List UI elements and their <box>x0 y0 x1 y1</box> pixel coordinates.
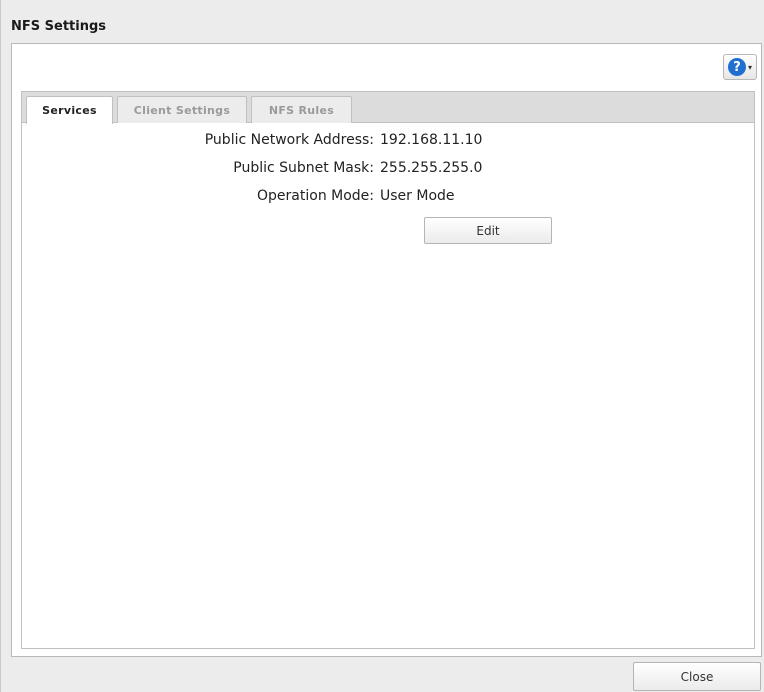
tab-client-settings[interactable]: Client Settings <box>117 96 247 123</box>
public-network-address-row: Public Network Address: 192.168.11.10 <box>22 132 754 152</box>
tab-services[interactable]: Services <box>26 96 113 124</box>
tab-container: Services Client Settings NFS Rules Publi… <box>21 91 755 649</box>
chevron-down-icon: ▾ <box>747 62 752 72</box>
operation-mode-label: Operation Mode: <box>257 188 374 204</box>
public-subnet-mask-row: Public Subnet Mask: 255.255.255.0 <box>22 160 754 180</box>
close-button[interactable]: Close <box>633 662 761 691</box>
help-menu-button[interactable]: ? ▾ <box>723 54 757 80</box>
public-network-address-label: Public Network Address: <box>204 132 374 148</box>
operation-mode-row: Operation Mode: User Mode <box>22 188 754 208</box>
settings-panel: ? ▾ Services Client Settings NFS Rules P… <box>11 43 762 657</box>
public-subnet-mask-label: Public Subnet Mask: <box>233 160 374 176</box>
public-subnet-mask-value: 255.255.255.0 <box>380 160 483 176</box>
tab-nfs-rules[interactable]: NFS Rules <box>251 96 352 123</box>
dialog-title: NFS Settings <box>11 19 107 34</box>
public-network-address-value: 192.168.11.10 <box>380 132 483 148</box>
nfs-settings-dialog: NFS Settings ? ▾ Services Client Setting… <box>0 0 764 692</box>
tab-strip: Services Client Settings NFS Rules <box>22 92 754 124</box>
operation-mode-value: User Mode <box>380 188 455 204</box>
edit-button[interactable]: Edit <box>424 217 552 244</box>
help-icon: ? <box>727 58 746 76</box>
